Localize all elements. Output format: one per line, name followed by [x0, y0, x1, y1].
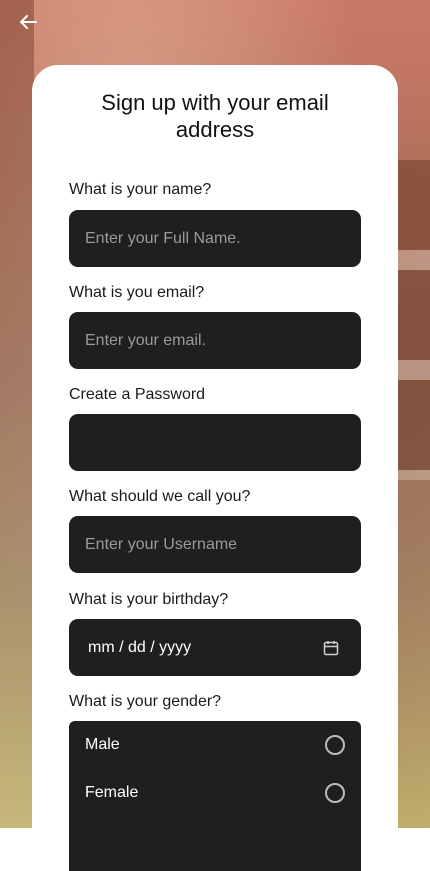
- username-label: What should we call you?: [69, 488, 251, 505]
- birthday-label: What is your birthday?: [69, 591, 229, 608]
- username-field[interactable]: Enter your Username: [69, 516, 361, 573]
- arrow-left-icon: [20, 15, 37, 29]
- name-field[interactable]: Enter your Full Name.: [69, 210, 361, 267]
- gender-option-male[interactable]: Male: [69, 721, 361, 769]
- gender-option-label: Female: [85, 784, 139, 801]
- name-label: What is your name?: [69, 181, 212, 198]
- signup-card: Sign up with your email address What is …: [32, 65, 398, 871]
- radio-male[interactable]: [325, 735, 345, 755]
- birthday-placeholder: mm / dd / yyyy: [88, 638, 192, 656]
- background-frames: [396, 160, 430, 480]
- email-label: What is you email?: [69, 284, 205, 301]
- password-label: Create a Password: [69, 386, 206, 403]
- birthday-field[interactable]: mm / dd / yyyy: [69, 619, 361, 676]
- gender-label: What is your gender?: [69, 693, 222, 710]
- calendar-icon[interactable]: [321, 638, 341, 658]
- name-placeholder: Enter your Full Name.: [85, 229, 241, 247]
- gender-option-female[interactable]: Female: [69, 769, 361, 817]
- gender-options: Male Female: [69, 721, 361, 871]
- username-placeholder: Enter your Username: [85, 535, 238, 553]
- gender-option-label: Male: [85, 736, 120, 753]
- password-field[interactable]: [69, 414, 361, 471]
- background-shelf: [0, 0, 34, 828]
- email-field[interactable]: Enter your email.: [69, 312, 361, 369]
- page-title: Sign up with your email address: [101, 90, 329, 142]
- email-placeholder: Enter your email.: [85, 331, 206, 349]
- back-button[interactable]: [14, 8, 42, 36]
- radio-female[interactable]: [325, 783, 345, 803]
